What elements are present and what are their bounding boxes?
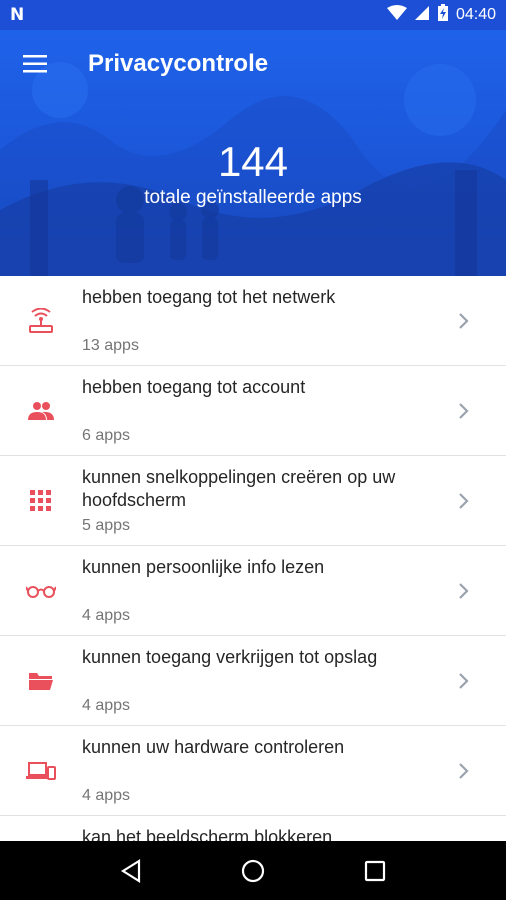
status-bar: N 04:40 bbox=[0, 0, 506, 30]
folder-icon bbox=[26, 668, 56, 694]
hamburger-menu-icon bbox=[23, 55, 47, 73]
clock: 04:40 bbox=[455, 6, 496, 23]
battery-charging-icon bbox=[437, 4, 449, 26]
grid-icon bbox=[26, 488, 56, 514]
list-item-storage[interactable]: kunnen toegang verkrijgen tot opslag 4 a… bbox=[0, 636, 506, 726]
item-title: kunnen toegang verkrijgen tot opslag bbox=[82, 647, 378, 667]
wifi-icon bbox=[386, 5, 407, 25]
chevron-right-icon bbox=[459, 673, 469, 689]
item-title: hebben toegang tot het netwerk bbox=[82, 287, 336, 307]
chevron-right-icon bbox=[459, 763, 469, 779]
item-count: 6 apps bbox=[82, 427, 131, 444]
back-button[interactable] bbox=[111, 851, 151, 891]
menu-button[interactable] bbox=[0, 30, 70, 98]
permission-list: hebben toegang tot het netwerk 13 apps h… bbox=[0, 276, 506, 841]
item-title: hebben toegang tot account bbox=[82, 377, 306, 397]
devices-icon bbox=[26, 758, 56, 784]
notification-logo: N bbox=[10, 5, 25, 25]
chevron-right-icon bbox=[459, 403, 469, 419]
app-bar: Privacycontrole bbox=[0, 30, 506, 98]
recents-square-icon bbox=[364, 860, 386, 881]
signal-icon bbox=[414, 5, 430, 25]
item-count: 4 apps bbox=[82, 787, 131, 804]
item-title: kunnen uw hardware controleren bbox=[82, 737, 345, 757]
list-item-account[interactable]: hebben toegang tot account 6 apps bbox=[0, 366, 506, 456]
item-title: kunnen snelkoppelingen creëren op uw hoo… bbox=[82, 467, 396, 510]
installed-apps-count: 144 bbox=[217, 138, 289, 185]
installed-apps-label: totale geïnstalleerde apps bbox=[144, 187, 362, 208]
list-item-hardware[interactable]: kunnen uw hardware controleren 4 apps bbox=[0, 726, 506, 816]
list-item-network[interactable]: hebben toegang tot het netwerk 13 apps bbox=[0, 276, 506, 366]
navigation-bar bbox=[0, 841, 506, 900]
item-title: kunnen persoonlijke info lezen bbox=[82, 557, 325, 577]
item-title: kan het beeldscherm blokkeren bbox=[82, 827, 333, 841]
chevron-right-icon bbox=[459, 583, 469, 599]
list-item-lock-screen[interactable]: kan het beeldscherm blokkeren bbox=[0, 816, 506, 841]
chevron-right-icon bbox=[459, 313, 469, 329]
page-title: Privacycontrole bbox=[88, 50, 269, 77]
list-item-shortcuts[interactable]: kunnen snelkoppelingen creëren op uw hoo… bbox=[0, 456, 506, 546]
network-icon bbox=[26, 308, 56, 334]
recents-button[interactable] bbox=[355, 851, 395, 891]
item-count: 13 apps bbox=[82, 337, 139, 354]
hero-header: Privacycontrole 144 totale geïnstalleerd… bbox=[0, 30, 506, 276]
people-icon bbox=[26, 398, 56, 424]
list-item-personal-info[interactable]: kunnen persoonlijke info lezen 4 apps bbox=[0, 546, 506, 636]
glasses-icon bbox=[26, 578, 56, 604]
item-count: 5 apps bbox=[82, 517, 131, 534]
home-button[interactable] bbox=[233, 851, 273, 891]
back-triangle-icon bbox=[120, 858, 141, 883]
chevron-right-icon bbox=[459, 493, 469, 509]
item-count: 4 apps bbox=[82, 607, 131, 624]
home-circle-icon bbox=[241, 859, 265, 882]
item-count: 4 apps bbox=[82, 697, 131, 714]
